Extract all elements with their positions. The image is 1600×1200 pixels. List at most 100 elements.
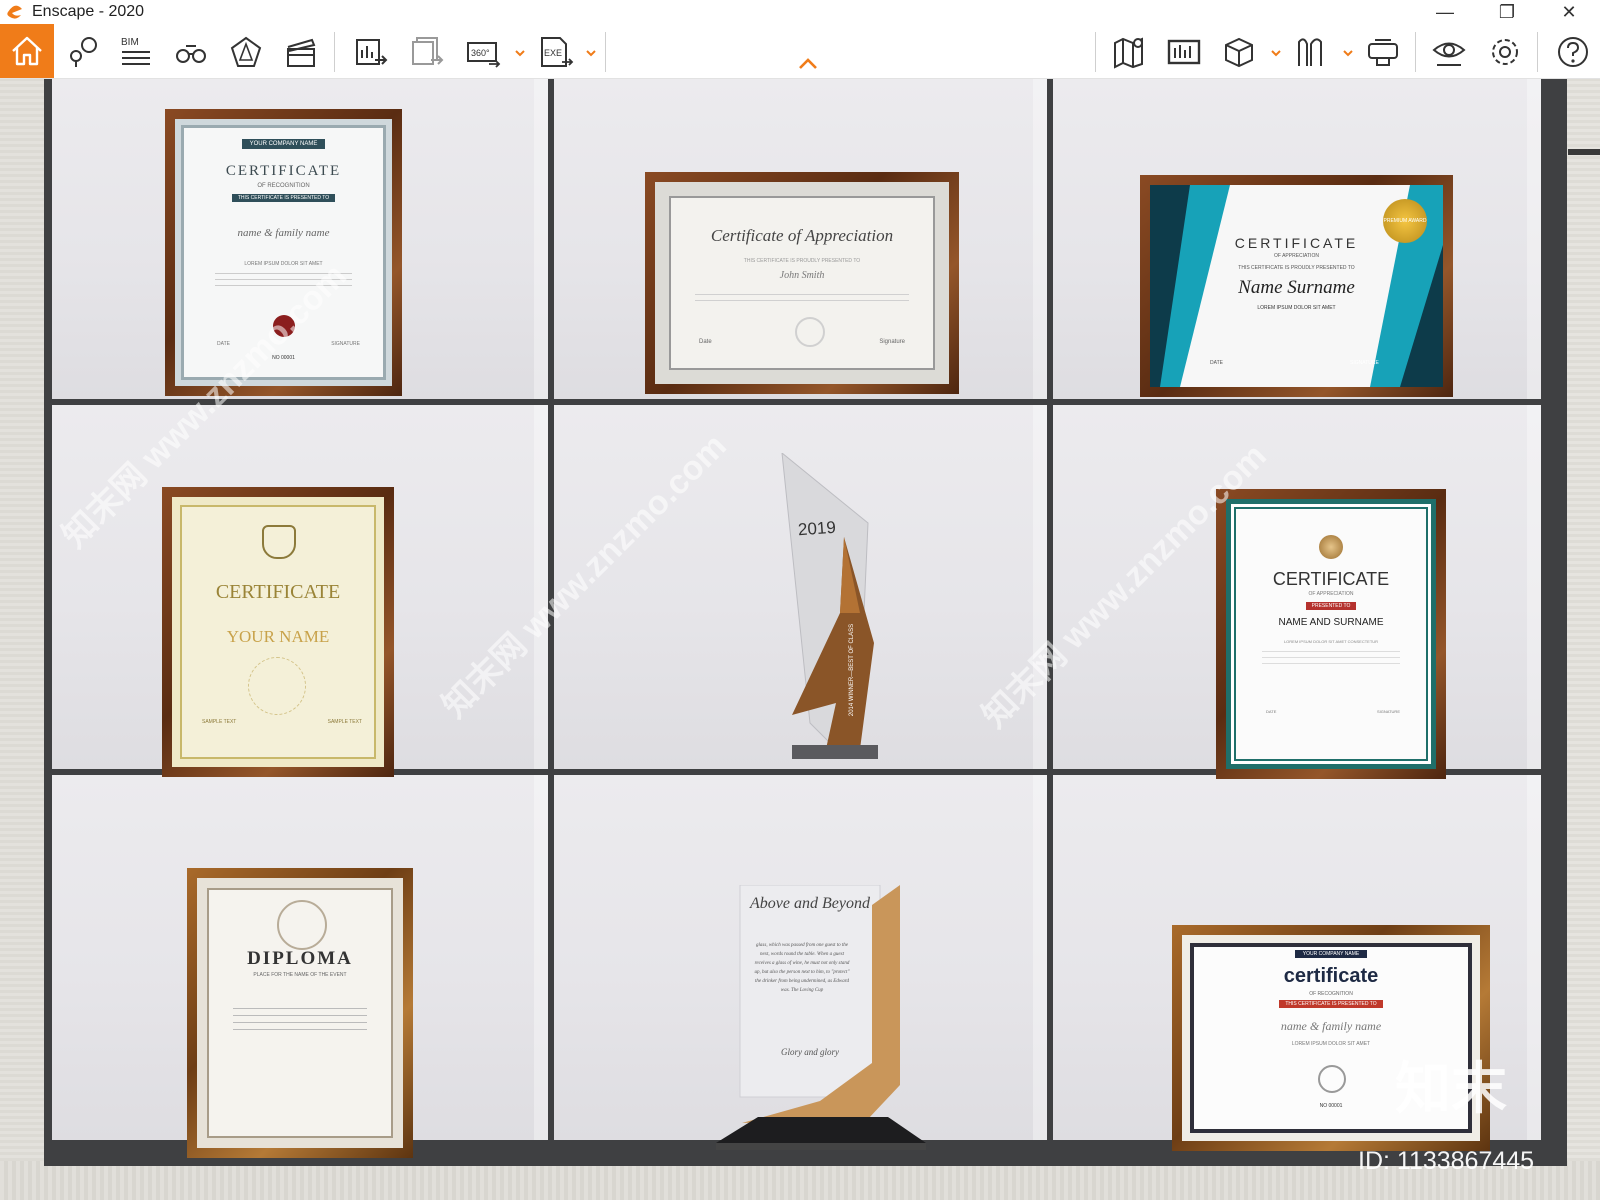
vr-headset-icon — [1368, 39, 1398, 66]
certificate-subtitle: OF APPRECIATION — [1308, 591, 1354, 597]
binoculars-button[interactable] — [170, 32, 212, 72]
toolbar-separator — [1415, 32, 1416, 72]
ornament-icon — [277, 900, 327, 950]
recipient-name: name & family name — [237, 227, 330, 239]
company-banner: YOUR COMPANY NAME — [1294, 950, 1368, 958]
crest-icon — [262, 525, 296, 559]
certificate-frame-modern: PREMIUM AWARD CERTIFICATE OF APPRECIATIO… — [1140, 175, 1453, 397]
above-and-beyond-trophy: Above and Beyond glass, which was passed… — [708, 884, 933, 1150]
certificate-frame-appreciation-script: Certificate of Appreciation THIS CERTIFI… — [645, 172, 959, 394]
certificate-subtitle: OF RECOGNITION — [1309, 991, 1353, 997]
presented-banner: THIS CERTIFICATE IS PRESENTED TO — [1279, 1000, 1383, 1008]
certificate-title: Certificate of Appreciation — [710, 226, 894, 245]
date-label: DATE — [1266, 709, 1277, 714]
recipient-name: NAME AND SURNAME — [1278, 617, 1384, 628]
recipient-name: Name Surname — [1238, 277, 1355, 298]
svg-text:360°: 360° — [471, 48, 490, 58]
visibility-button[interactable] — [1428, 32, 1470, 72]
toolbar-separator — [1095, 32, 1096, 72]
box-button[interactable] — [1218, 32, 1260, 72]
date-label: Date — [699, 339, 712, 345]
help-icon — [1558, 37, 1588, 67]
title-bar: Enscape - 2020 — ❐ ✕ — [0, 0, 1600, 24]
certificate-frame-teal: CERTIFICATE OF APPRECIATION PRESENTED TO… — [1216, 489, 1446, 779]
seal-icon — [795, 317, 825, 347]
help-button[interactable] — [1552, 32, 1594, 72]
brand-watermark: 知末 — [1395, 1057, 1507, 1120]
trophy-title: Above and Beyond — [750, 895, 870, 912]
guilloche-emblem-icon — [248, 657, 306, 715]
batch-render-button[interactable] — [406, 32, 448, 72]
trophy-footer: Glory and glory — [781, 1047, 839, 1057]
panorama-360-icon: 360° — [467, 42, 501, 68]
toolbar: BIM 360° EXE — [0, 24, 1600, 79]
perspective-icon — [230, 36, 262, 67]
panorama-dropdown-icon[interactable] — [514, 46, 526, 58]
restore-button[interactable]: ❐ — [1476, 0, 1538, 24]
panorama-button[interactable]: 360° — [462, 32, 504, 72]
exe-export-icon: EXE — [541, 37, 574, 67]
enscape-logo-icon — [4, 1, 26, 23]
sample-text-left: SAMPLE TEXT — [202, 719, 237, 725]
map-button[interactable] — [1108, 32, 1150, 72]
asset-library-icon — [1167, 39, 1201, 65]
video-editor-button[interactable] — [280, 32, 322, 72]
toolbar-separator — [605, 32, 606, 72]
lorem-text: LOREM IPSUM DOLOR SIT AMET CONSECTETUR — [1283, 639, 1379, 644]
diploma-title: DIPLOMA — [247, 948, 353, 969]
perspective-button[interactable] — [225, 32, 267, 72]
settings-button[interactable] — [1484, 32, 1526, 72]
presented-text: THIS CERTIFICATE IS PROUDLY PRESENTED TO — [743, 258, 861, 264]
signature-label: SIGNATURE — [331, 341, 360, 347]
presented-text: THIS CERTIFICATE IS PROUDLY PRESENTED TO — [1238, 265, 1355, 271]
bim-button[interactable]: BIM — [115, 32, 157, 72]
laurel-seal-icon — [1318, 1065, 1346, 1093]
material-icon — [1298, 38, 1322, 66]
sample-text-right: SAMPLE TEXT — [327, 719, 362, 725]
minimize-button[interactable]: — — [1414, 0, 1476, 24]
crystal-trophy-2019: 2019 2014 WINNER—BEST OF CLASS — [770, 451, 890, 773]
signature-label: SIGNATURE — [1376, 709, 1400, 714]
certificate-title: CERTIFICATE — [1272, 569, 1390, 589]
vr-headset-button[interactable] — [1362, 32, 1404, 72]
svg-text:BIM: BIM — [121, 37, 139, 48]
date-label: DATE — [1210, 360, 1223, 366]
signature-label: Signature — [879, 339, 905, 345]
home-button[interactable] — [0, 24, 54, 78]
collapse-chevron-up-icon[interactable] — [797, 56, 819, 72]
link-views-button[interactable] — [62, 32, 104, 72]
screenshot-export-icon — [356, 39, 388, 65]
map-icon — [1114, 37, 1143, 69]
diploma-frame: DIPLOMA PLACE FOR THE NAME OF THE EVENT — [187, 868, 413, 1158]
event-name: PLACE FOR THE NAME OF THE EVENT — [253, 972, 347, 978]
presented-banner: THIS CERTIFICATE IS PRESENTED TO — [231, 194, 336, 202]
lorem-text: LOREM IPSUM DOLOR SIT AMET — [244, 261, 323, 267]
image-id-watermark: ID: 1133867445 — [1358, 1147, 1535, 1175]
material-dropdown-icon[interactable] — [1342, 46, 1354, 58]
binoculars-icon — [176, 45, 206, 63]
exe-export-button[interactable]: EXE — [535, 32, 577, 72]
presented-banner: PRESENTED TO — [1305, 602, 1357, 610]
close-button[interactable]: ✕ — [1538, 0, 1600, 24]
batch-render-icon — [412, 37, 444, 65]
trophy-plate: 2014 WINNER—BEST OF CLASS — [849, 623, 856, 717]
link-views-icon — [70, 37, 97, 67]
certificate-title: CERTIFICATE — [1234, 235, 1359, 251]
toolbar-separator — [1537, 32, 1538, 72]
render-viewport[interactable]: YOUR COMPANY NAME CERTIFICATE OF RECOGNI… — [0, 79, 1600, 1200]
signature-label: SIGNATURE — [1350, 360, 1379, 366]
screenshot-button[interactable] — [350, 32, 392, 72]
certificate-title: certificate — [1283, 965, 1379, 987]
trophy-year: 2019 — [797, 517, 837, 540]
visibility-icon — [1432, 42, 1466, 66]
wall-left — [0, 79, 50, 1200]
recipient-name: YOUR NAME — [226, 627, 330, 646]
box-dropdown-icon[interactable] — [1270, 46, 1282, 58]
exe-dropdown-icon[interactable] — [585, 46, 597, 58]
asset-library-button[interactable] — [1163, 32, 1205, 72]
home-icon — [12, 36, 42, 66]
material-button[interactable] — [1290, 32, 1332, 72]
certificate-title: CERTIFICATE — [225, 163, 342, 179]
window-controls: — ❐ ✕ — [1414, 0, 1600, 24]
window-title: Enscape - 2020 — [32, 3, 145, 20]
